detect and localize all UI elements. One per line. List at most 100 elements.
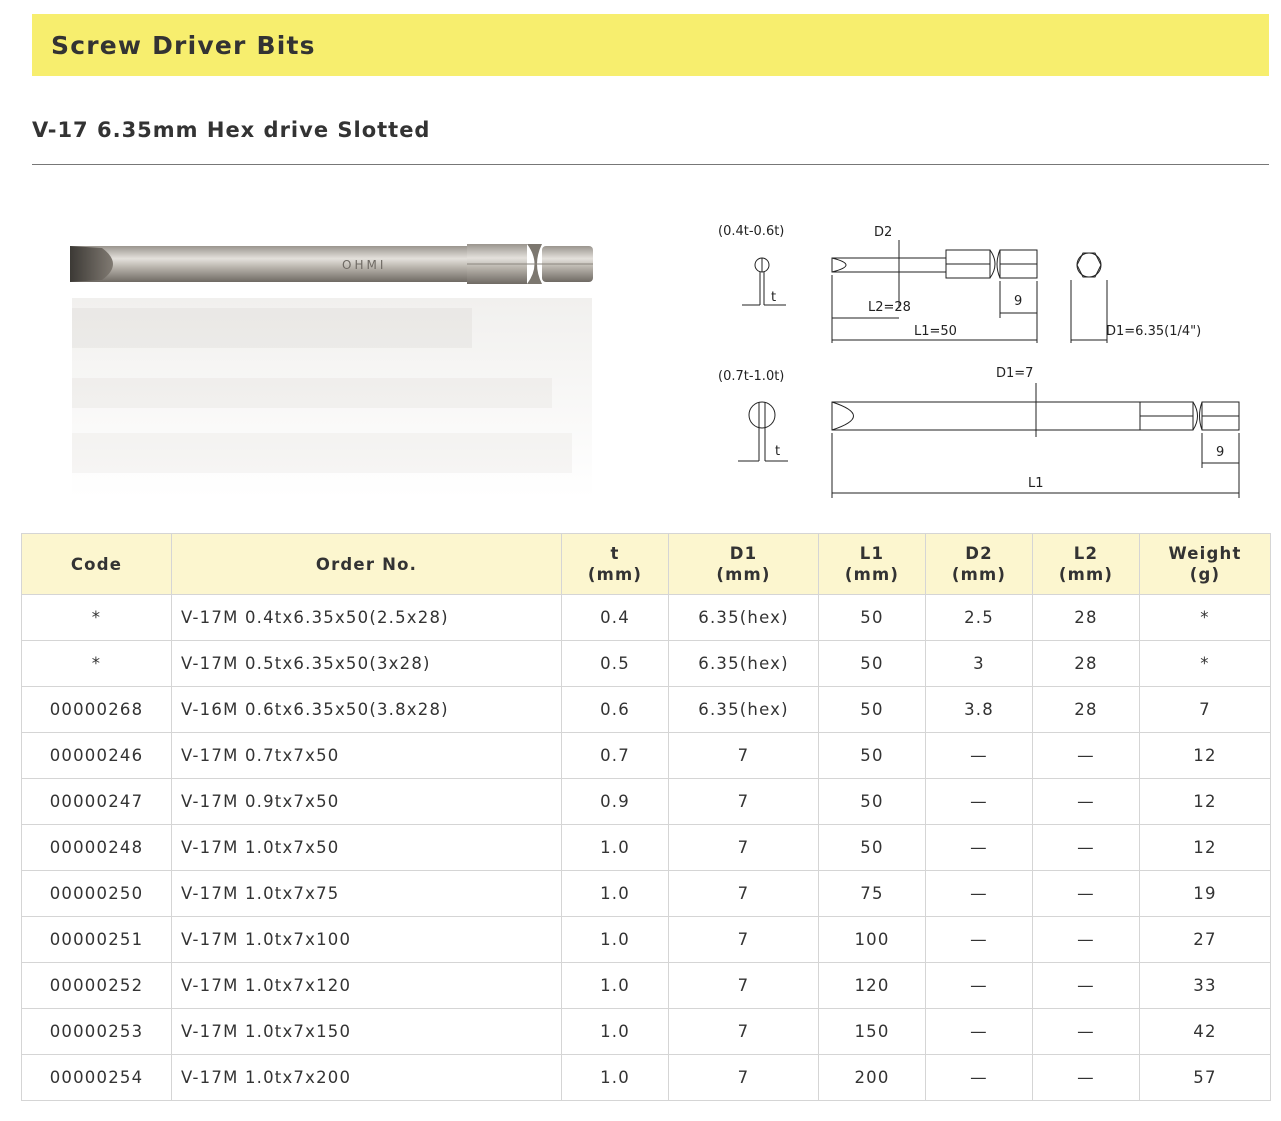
cell-l2: 28 (1032, 686, 1140, 733)
product-subtitle: V-17 6.35mm Hex drive Slotted (32, 118, 431, 142)
table-row: * V-17M 0.4tx6.35x50(2.5x28) 0.4 6.35(hex) 5… (21, 594, 1271, 641)
cell-t: 1.0 (561, 916, 669, 963)
cell-order-no: V-17M 1.0tx7x50 (171, 824, 562, 871)
cell-l1: 75 (818, 870, 926, 917)
cell-weight: 19 (1139, 870, 1271, 917)
cell-weight: 7 (1139, 686, 1271, 733)
bit-shaft (70, 246, 470, 282)
table-row: 00000268 V-16M 0.6tx6.35x50(3.8x28) 0.6 6.3… (21, 686, 1271, 733)
cell-d2: — (925, 962, 1033, 1009)
cell-l2: — (1032, 1008, 1140, 1055)
bit-engraving: OHMI (342, 258, 386, 272)
header-l1: L1 (mm) (818, 533, 926, 595)
cell-weight: * (1139, 594, 1271, 641)
cell-order-no: V-17M 1.0tx7x120 (171, 962, 562, 1009)
cell-weight: 33 (1139, 962, 1271, 1009)
table-row: 00000254 V-17M 1.0tx7x200 1.0 7 200— —57 (21, 1054, 1271, 1101)
cell-d1: 6.35(hex) (668, 594, 819, 641)
l1-50-label: L1=50 (914, 324, 957, 339)
header-d1: D1 (mm) (668, 533, 819, 595)
cell-weight: 57 (1139, 1054, 1271, 1101)
page-title: Screw Driver Bits (51, 30, 316, 60)
header-order-no: Order No. (171, 533, 562, 595)
t-label-thin: t (771, 290, 776, 305)
cell-l2: — (1032, 916, 1140, 963)
header-t: t (mm) (561, 533, 669, 595)
cell-d1: 7 (668, 962, 819, 1009)
cell-d1: 7 (668, 732, 819, 779)
cell-weight: 42 (1139, 1008, 1271, 1055)
cell-order-no: V-17M 0.5tx6.35x50(3x28) (171, 640, 562, 687)
cell-l2: — (1032, 870, 1140, 917)
cell-code: 00000252 (21, 962, 172, 1009)
thick-range-label: (0.7t-1.0t) (718, 369, 784, 384)
bit-side-view-thin (831, 257, 947, 273)
cell-l1: 120 (818, 962, 926, 1009)
table-row: * V-17M 0.5tx6.35x50(3x28) 0.5 6.35(hex) 50 3… (21, 640, 1271, 687)
cell-d2: — (925, 778, 1033, 825)
cell-t: 0.6 (561, 686, 669, 733)
cell-d1: 6.35(hex) (668, 686, 819, 733)
cell-l2: 28 (1032, 594, 1140, 641)
cell-l1: 50 (818, 824, 926, 871)
cell-code: 00000254 (21, 1054, 172, 1101)
technical-drawing: (0.4t-0.6t) t D2 L2=28 9 L1=50 D1=6.35(1… (718, 224, 1240, 498)
cell-l1: 50 (818, 640, 926, 687)
header-d2: D2 (mm) (925, 533, 1033, 595)
table-row: 00000246 V-17M 0.7tx7x50 0.7 7 50— —12 (21, 732, 1271, 779)
hex-length-label-thick: 9 (1216, 445, 1224, 460)
cell-t: 1.0 (561, 1008, 669, 1055)
cell-weight: 27 (1139, 916, 1271, 963)
cell-d1: 7 (668, 870, 819, 917)
cell-weight: 12 (1139, 732, 1271, 779)
cell-l2: — (1032, 778, 1140, 825)
cell-l2: — (1032, 824, 1140, 871)
d1-hex-label: D1=6.35(1/4") (1106, 324, 1201, 339)
table-row: 00000247 V-17M 0.9tx7x50 0.9 7 50— —12 (21, 778, 1271, 825)
cell-code: 00000253 (21, 1008, 172, 1055)
product-photo: OHMI (70, 244, 593, 498)
cell-l1: 200 (818, 1054, 926, 1101)
cell-t: 0.9 (561, 778, 669, 825)
cell-d1: 7 (668, 1054, 819, 1101)
cell-code: * (21, 640, 172, 687)
cell-t: 1.0 (561, 1054, 669, 1101)
cell-order-no: V-17M 1.0tx7x200 (171, 1054, 562, 1101)
cell-t: 1.0 (561, 870, 669, 917)
cell-d1: 7 (668, 916, 819, 963)
hex-length-label-thin: 9 (1014, 294, 1022, 309)
cell-code: 00000246 (21, 732, 172, 779)
cell-l1: 50 (818, 732, 926, 779)
cell-t: 1.0 (561, 962, 669, 1009)
cell-code: 00000248 (21, 824, 172, 871)
cell-l1: 50 (818, 686, 926, 733)
cell-d1: 7 (668, 1008, 819, 1055)
header-weight: Weight (g) (1139, 533, 1271, 595)
cell-l1: 150 (818, 1008, 926, 1055)
cell-order-no: V-17M 0.7tx7x50 (171, 732, 562, 779)
table-row: 00000251 V-17M 1.0tx7x100 1.0 7 100— —27 (21, 916, 1271, 963)
cell-t: 0.4 (561, 594, 669, 641)
thin-range-label: (0.4t-0.6t) (718, 224, 784, 239)
cell-order-no: V-17M 0.4tx6.35x50(2.5x28) (171, 594, 562, 641)
cell-d2: 3 (925, 640, 1033, 687)
cell-d2: 2.5 (925, 594, 1033, 641)
spec-table: Code Order No. t (mm) D1 (mm) L1 (mm) D2 (mm… (21, 533, 1271, 1101)
cell-l1: 50 (818, 778, 926, 825)
t-label-thick: t (775, 444, 780, 459)
cell-d2: — (925, 732, 1033, 779)
cell-d1: 6.35(hex) (668, 640, 819, 687)
cell-d2: — (925, 870, 1033, 917)
cell-d2: 3.8 (925, 686, 1033, 733)
cell-l2: — (1032, 962, 1140, 1009)
l1-label: L1 (1028, 476, 1044, 491)
table-row: 00000252 V-17M 1.0tx7x120 1.0 7 120— —33 (21, 962, 1271, 1009)
cell-t: 1.0 (561, 824, 669, 871)
cell-order-no: V-17M 1.0tx7x100 (171, 916, 562, 963)
divider (32, 164, 1269, 165)
cell-order-no: V-16M 0.6tx6.35x50(3.8x28) (171, 686, 562, 733)
cell-d2: — (925, 1054, 1033, 1101)
cell-d2: — (925, 1008, 1033, 1055)
cell-weight: 12 (1139, 824, 1271, 871)
cell-weight: 12 (1139, 778, 1271, 825)
